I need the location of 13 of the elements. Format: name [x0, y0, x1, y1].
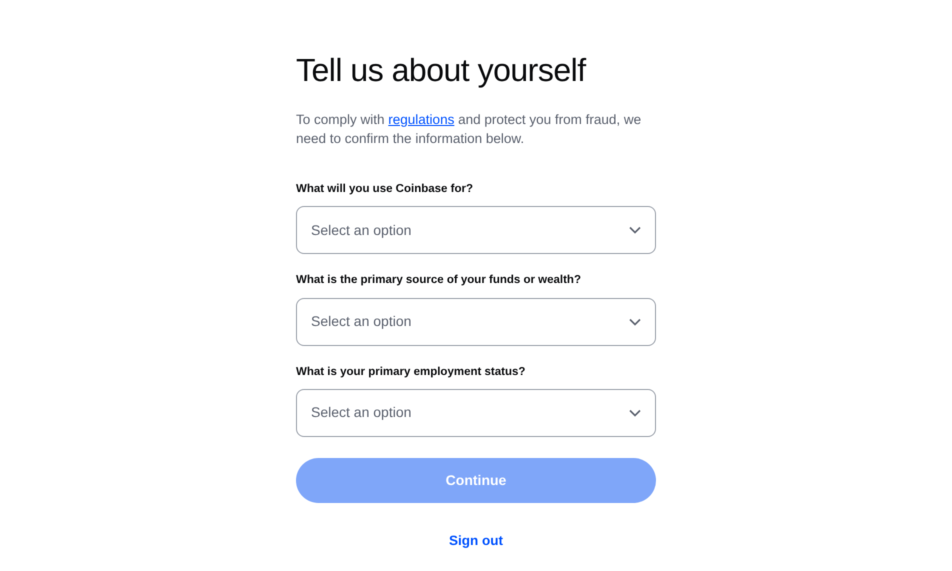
field-label: What is your primary employment status?: [296, 364, 526, 380]
regulations-link[interactable]: regulations: [388, 112, 454, 127]
chevron-down-icon: [629, 226, 641, 234]
select-field[interactable]: Select an option: [296, 388, 656, 437]
chevron-down-icon: [629, 318, 641, 326]
select-field[interactable]: Select an option: [296, 298, 656, 346]
chevron-down-icon: [629, 408, 641, 417]
field-label: What is the primary source of your funds or wealth?: [296, 273, 582, 288]
select-field[interactable]: Select an option: [296, 206, 656, 254]
sign-out-link[interactable]: Sign out: [449, 532, 503, 548]
page-title: Tell us about yourself: [296, 52, 588, 88]
field-label: What will you use Coinbase for?: [296, 182, 474, 197]
intro-text: To comply with regulations and protect you from fraud, we need to confirm the information below.: [296, 111, 642, 148]
